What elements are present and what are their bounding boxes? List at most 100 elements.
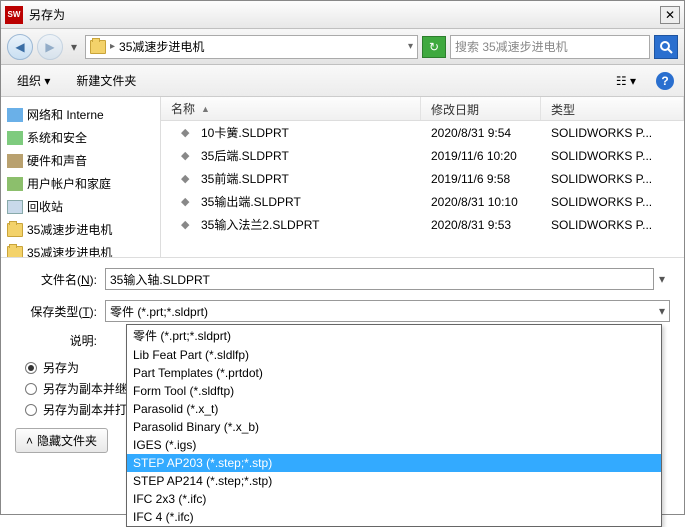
- tree-item[interactable]: 硬件和声音: [5, 149, 156, 172]
- file-name: 10卡簧.SLDPRT: [201, 124, 289, 141]
- folder-icon: [7, 108, 23, 122]
- radio-label: 另存为: [43, 359, 79, 376]
- description-label: 说明:: [15, 332, 105, 349]
- folder-icon: [7, 200, 23, 214]
- file-name: 35后端.SLDPRT: [201, 147, 289, 164]
- filename-dropdown[interactable]: ▾: [654, 272, 670, 286]
- file-list-pane: 名称▲ 修改日期 类型 ◆10卡簧.SLDPRT2020/8/31 9:54SO…: [161, 97, 684, 257]
- column-name[interactable]: 名称▲: [161, 97, 421, 120]
- filetype-option[interactable]: Lib Feat Part (*.sldlfp): [127, 346, 661, 364]
- filetype-option[interactable]: STEP AP203 (*.step;*.stp): [127, 454, 661, 472]
- new-folder-button[interactable]: 新建文件夹: [70, 69, 142, 92]
- radio-icon: [25, 404, 37, 416]
- tree-item-label: 网络和 Interne: [27, 106, 104, 123]
- list-header: 名称▲ 修改日期 类型: [161, 97, 684, 121]
- filetype-option[interactable]: Parasolid (*.x_t): [127, 400, 661, 418]
- title-bar: SW 另存为 ✕: [1, 1, 684, 29]
- organize-menu[interactable]: 组织 ▾: [11, 69, 56, 92]
- file-date: 2019/11/6 9:58: [421, 172, 541, 186]
- file-list: ◆10卡簧.SLDPRT2020/8/31 9:54SOLIDWORKS P..…: [161, 121, 684, 257]
- body-area: 网络和 Interne 系统和安全硬件和声音用户帐户和家庭回收站 35减速步进电机 3…: [1, 97, 684, 257]
- tree-item[interactable]: 35减速步进电机: [5, 218, 156, 241]
- filetype-option[interactable]: IFC 2x3 (*.ifc): [127, 490, 661, 508]
- tree-item[interactable]: 回收站: [5, 195, 156, 218]
- breadcrumb-current: 35减速步进电机: [119, 38, 204, 55]
- forward-button[interactable]: ▶: [37, 34, 63, 60]
- tree-item-label: 35减速步进电机: [27, 221, 112, 238]
- column-date[interactable]: 修改日期: [421, 97, 541, 120]
- radio-icon: [25, 383, 37, 395]
- app-icon: SW: [5, 6, 23, 24]
- filetype-option[interactable]: STEP AP214 (*.step;*.stp): [127, 472, 661, 490]
- file-type: SOLIDWORKS P...: [541, 126, 684, 140]
- filetype-option[interactable]: IGES (*.igs): [127, 436, 661, 454]
- folder-icon: [7, 246, 23, 258]
- filetype-option[interactable]: IFC 4 (*.ifc): [127, 508, 661, 526]
- folder-icon: [7, 154, 23, 168]
- savetype-label: 保存类型(T):: [15, 303, 105, 320]
- column-type[interactable]: 类型: [541, 97, 684, 120]
- hide-folders-button[interactable]: ˄ 隐藏文件夹: [15, 428, 108, 453]
- toolbar: 组织 ▾ 新建文件夹 ☷ ▾ ?: [1, 65, 684, 97]
- tree-item-label: 用户帐户和家庭: [27, 175, 111, 192]
- filetype-option[interactable]: Part Templates (*.prtdot): [127, 364, 661, 382]
- filetype-option[interactable]: Form Tool (*.sldftp): [127, 382, 661, 400]
- chevron-up-icon: ˄: [26, 434, 33, 448]
- tree-item-label: 35减速步进电机: [27, 244, 112, 257]
- file-row[interactable]: ◆ 10卡簧.SLDPRT 2020/8/31 9:54SOLIDWORKS P..…: [161, 121, 684, 144]
- tree-item[interactable]: 网络和 Interne: [5, 103, 156, 126]
- folder-icon: [7, 177, 23, 191]
- chevron-right-icon: ▸: [110, 41, 115, 52]
- search-button[interactable]: [654, 35, 678, 59]
- file-row[interactable]: ◆35前端.SLDPRT2019/11/6 9:58SOLIDWORKS P..…: [161, 167, 684, 190]
- file-name: 35输出端.SLDPRT: [201, 193, 301, 210]
- radio-label: 另存为副本并继续: [43, 380, 139, 397]
- savetype-value: 零件 (*.prt;*.sldprt): [110, 303, 208, 320]
- close-button[interactable]: ✕: [660, 6, 680, 24]
- chevron-down-icon[interactable]: ▾: [408, 41, 413, 52]
- part-icon: ◆: [181, 149, 195, 163]
- nav-bar: ◀ ▶ ▾ ▸ 35减速步进电机 ▾ ↻ 搜索 35减速步进电机: [1, 29, 684, 65]
- folder-icon: [7, 131, 23, 145]
- file-name: 35前端.SLDPRT: [201, 170, 289, 187]
- folder-icon: [7, 223, 23, 237]
- filetype-option[interactable]: 零件 (*.prt;*.sldprt): [127, 325, 661, 346]
- back-button[interactable]: ◀: [7, 34, 33, 60]
- part-icon: ◆: [181, 218, 195, 232]
- filename-label: 文件名(N):: [15, 271, 105, 288]
- file-type: SOLIDWORKS P...: [541, 218, 684, 232]
- radio-icon: [25, 362, 37, 374]
- tree-item[interactable]: 系统和安全: [5, 126, 156, 149]
- window-title: 另存为: [29, 6, 660, 23]
- tree-item-label: 回收站: [27, 198, 63, 215]
- search-icon: [659, 40, 673, 54]
- search-input[interactable]: 搜索 35减速步进电机: [450, 35, 650, 59]
- refresh-button[interactable]: ↻: [422, 36, 446, 58]
- tree-item-label: 系统和安全: [27, 129, 87, 146]
- filename-input[interactable]: [105, 268, 654, 290]
- filetype-option[interactable]: Parasolid Binary (*.x_b): [127, 418, 661, 436]
- file-type: SOLIDWORKS P...: [541, 149, 684, 163]
- savetype-combo[interactable]: 零件 (*.prt;*.sldprt) ▾: [105, 300, 670, 322]
- tree-item-label: 硬件和声音: [27, 152, 87, 169]
- folder-icon: [90, 40, 106, 54]
- part-icon: ◆: [181, 126, 195, 140]
- file-date: 2020/8/31 9:54: [421, 126, 541, 140]
- file-row[interactable]: ◆35输出端.SLDPRT2020/8/31 10:10SOLIDWORKS P…: [161, 190, 684, 213]
- file-date: 2020/8/31 10:10: [421, 195, 541, 209]
- file-row[interactable]: ◆35输入法兰2.SLDPRT2020/8/31 9:53SOLIDWORKS …: [161, 213, 684, 236]
- file-type: SOLIDWORKS P...: [541, 195, 684, 209]
- radio-label: 另存为副本并打开: [43, 401, 139, 418]
- help-icon[interactable]: ?: [656, 72, 674, 90]
- filetype-dropdown-list[interactable]: 零件 (*.prt;*.sldprt)Lib Feat Part (*.sldl…: [126, 324, 662, 527]
- search-placeholder: 搜索 35减速步进电机: [455, 38, 568, 55]
- view-mode-button[interactable]: ☷ ▾: [610, 71, 642, 91]
- folder-tree: 网络和 Interne 系统和安全硬件和声音用户帐户和家庭回收站 35减速步进电机 3…: [1, 97, 161, 257]
- tree-item[interactable]: 35减速步进电机: [5, 241, 156, 257]
- history-dropdown[interactable]: ▾: [67, 34, 81, 60]
- file-date: 2020/8/31 9:53: [421, 218, 541, 232]
- part-icon: ◆: [181, 172, 195, 186]
- file-row[interactable]: ◆35后端.SLDPRT2019/11/6 10:20SOLIDWORKS P.…: [161, 144, 684, 167]
- breadcrumb[interactable]: ▸ 35减速步进电机 ▾: [85, 35, 418, 59]
- tree-item[interactable]: 用户帐户和家庭: [5, 172, 156, 195]
